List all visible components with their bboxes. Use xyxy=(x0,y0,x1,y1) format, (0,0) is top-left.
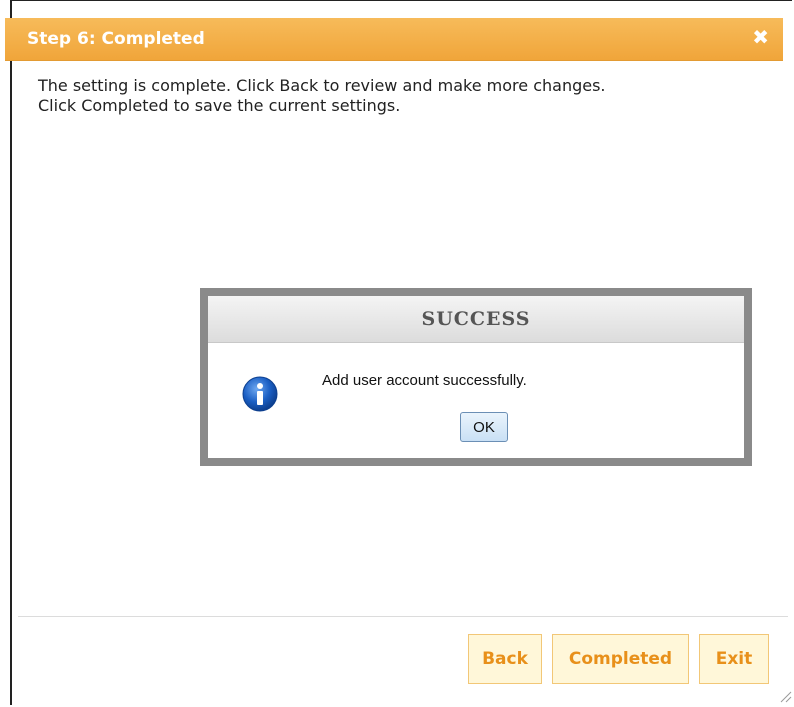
dialog-description: The setting is complete. Click Back to r… xyxy=(38,76,606,116)
dialog-title: Step 6: Completed xyxy=(27,29,205,49)
dialog-titlebar: Step 6: Completed ✖ xyxy=(5,18,783,61)
resize-grip-icon[interactable] xyxy=(778,689,792,703)
close-icon[interactable]: ✖ xyxy=(752,25,769,49)
back-button[interactable]: Back xyxy=(468,634,542,684)
exit-button[interactable]: Exit xyxy=(699,634,769,684)
description-line-1: The setting is complete. Click Back to r… xyxy=(38,76,606,95)
success-modal-title: SUCCESS xyxy=(421,308,531,330)
success-modal-header: SUCCESS xyxy=(208,296,744,343)
success-message: Add user account successfully. xyxy=(322,372,527,389)
description-line-2: Click Completed to save the current sett… xyxy=(38,96,401,115)
completed-button[interactable]: Completed xyxy=(552,634,689,684)
success-modal-body: SUCCESS Add user account successfully. O… xyxy=(208,296,744,458)
ok-button[interactable]: OK xyxy=(460,412,508,442)
footer-divider xyxy=(18,616,788,617)
info-icon xyxy=(242,376,278,412)
success-modal: SUCCESS Add user account successfully. O… xyxy=(200,288,752,466)
